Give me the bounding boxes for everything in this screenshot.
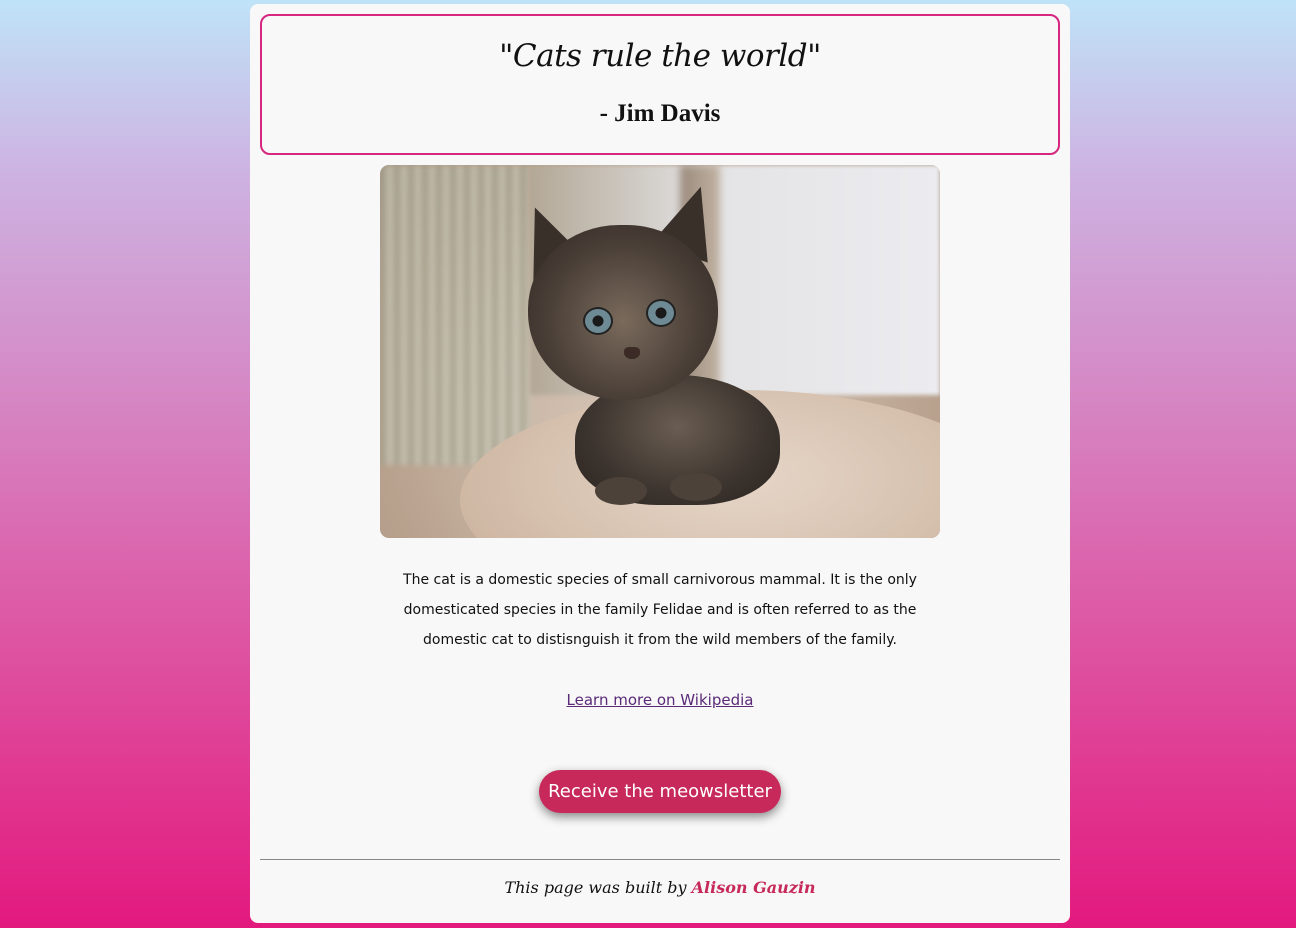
kitten-left-paw	[595, 477, 647, 505]
quote-box: "Cats rule the world" - Jim Davis	[260, 14, 1060, 155]
footer-divider	[260, 859, 1060, 860]
footer: This page was built by Alison Gauzin	[250, 878, 1070, 897]
kitten-left-eye	[583, 307, 613, 335]
kitten-right-paw	[670, 473, 722, 501]
wikipedia-link[interactable]: Learn more on Wikipedia	[567, 691, 754, 709]
photo-window-background	[380, 165, 530, 465]
cat-description: The cat is a domestic species of small c…	[403, 572, 917, 648]
kitten-head	[528, 225, 718, 400]
kitten-image	[380, 165, 940, 538]
content-card: "Cats rule the world" - Jim Davis The ca…	[250, 4, 1070, 923]
footer-prefix: This page was built by	[504, 878, 692, 897]
quote-author: - Jim Davis	[599, 100, 721, 127]
kitten-right-eye	[646, 299, 676, 327]
wikipedia-link-container: Learn more on Wikipedia	[250, 691, 1070, 709]
footer-author: Alison Gauzin	[691, 878, 816, 897]
quote-text: "Cats rule the world"	[499, 38, 821, 74]
kitten-nose	[624, 347, 640, 359]
meowsletter-button[interactable]: Receive the meowsletter	[539, 770, 781, 813]
